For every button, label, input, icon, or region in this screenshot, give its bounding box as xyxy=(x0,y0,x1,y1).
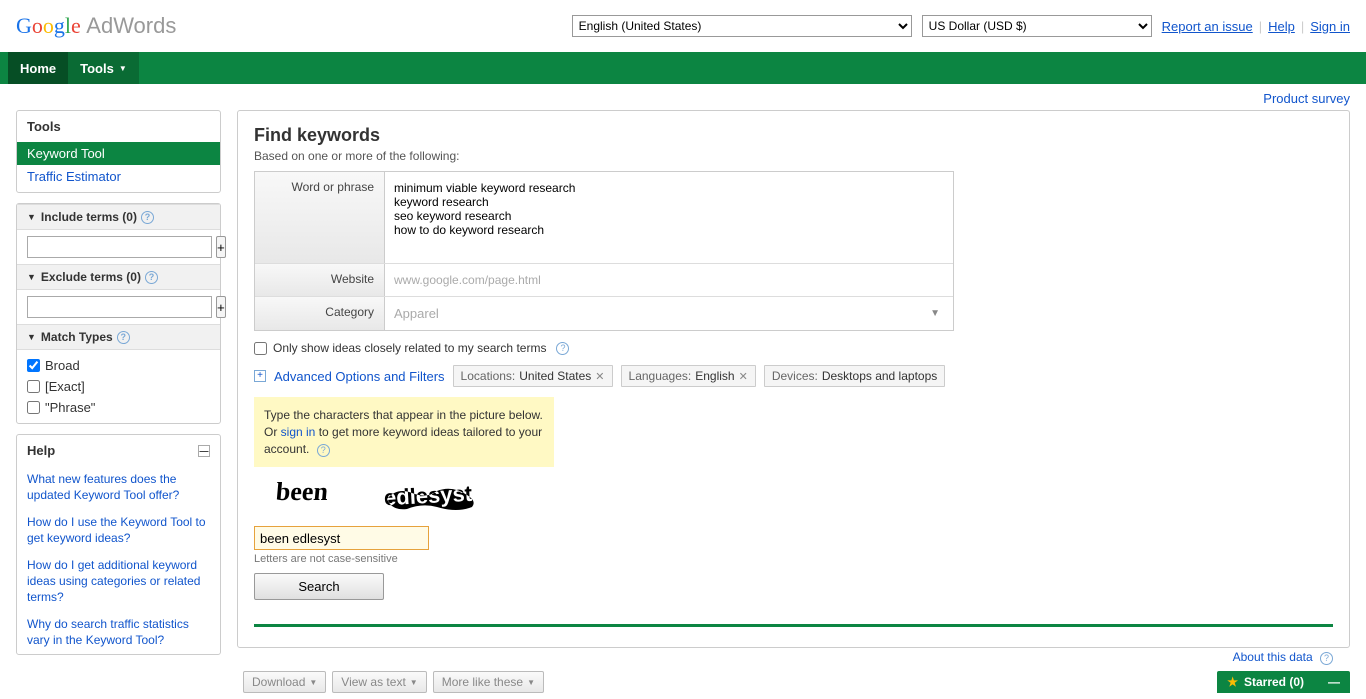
exclude-add-button[interactable]: + xyxy=(216,296,226,318)
language-select[interactable]: English (United States) xyxy=(572,15,912,37)
divider xyxy=(254,624,1333,627)
help-icon[interactable]: ? xyxy=(317,444,330,457)
captcha-sign-in-link[interactable]: sign in xyxy=(281,425,316,439)
advanced-options-link[interactable]: Advanced Options and Filters xyxy=(274,369,445,384)
help-icon[interactable]: ? xyxy=(141,211,154,224)
minimize-icon[interactable]: — xyxy=(1328,675,1340,689)
more-like-these-button[interactable]: More like these▼ xyxy=(433,671,544,693)
nav-tools[interactable]: Tools▼ xyxy=(68,52,139,84)
word-label: Word or phrase xyxy=(255,172,385,263)
chevron-down-icon: ▼ xyxy=(930,308,948,319)
exclude-terms-input[interactable] xyxy=(27,296,212,318)
product-survey-link[interactable]: Product survey xyxy=(1263,91,1350,106)
sign-in-link[interactable]: Sign in xyxy=(1310,19,1350,34)
currency-select[interactable]: US Dollar (USD $) xyxy=(922,15,1152,37)
include-terms-header[interactable]: ▼Include terms (0) ? xyxy=(17,204,220,230)
help-link-1[interactable]: What new features does the updated Keywo… xyxy=(17,466,220,509)
search-form: Word or phrase Website Category Apparel … xyxy=(254,171,954,331)
include-terms-input[interactable] xyxy=(27,236,212,258)
website-label: Website xyxy=(255,264,385,296)
devices-chip[interactable]: Devices: Desktops and laptops xyxy=(764,365,945,387)
help-icon[interactable]: ? xyxy=(556,342,569,355)
star-icon: ★ xyxy=(1227,675,1238,689)
collapse-icon[interactable]: — xyxy=(198,445,210,457)
nav-home[interactable]: Home xyxy=(8,52,68,84)
only-show-checkbox[interactable]: Only show ideas closely related to my se… xyxy=(254,341,1333,355)
tools-panel: Tools Keyword Tool Traffic Estimator xyxy=(16,110,221,193)
match-broad-checkbox[interactable]: Broad xyxy=(17,355,220,376)
about-data-link[interactable]: About this data ? xyxy=(1233,650,1333,665)
word-phrase-input[interactable] xyxy=(390,177,948,255)
view-as-text-button[interactable]: View as text▼ xyxy=(332,671,426,693)
case-note: Letters are not case-sensitive xyxy=(254,553,1333,565)
tools-title: Tools xyxy=(17,111,220,142)
languages-chip[interactable]: Languages: English ✕ xyxy=(621,365,756,387)
page-title: Find keywords xyxy=(254,125,1333,146)
match-phrase-checkbox[interactable]: "Phrase" xyxy=(17,397,220,418)
match-exact-checkbox[interactable]: [Exact] xyxy=(17,376,220,397)
sidebar-item-keyword-tool[interactable]: Keyword Tool xyxy=(17,142,220,165)
help-link-2[interactable]: How do I use the Keyword Tool to get key… xyxy=(17,509,220,552)
search-button[interactable]: Search xyxy=(254,573,384,600)
help-icon[interactable]: ? xyxy=(1320,652,1333,665)
locations-chip[interactable]: Locations: United States ✕ xyxy=(453,365,613,387)
help-link[interactable]: Help xyxy=(1268,19,1295,34)
help-title: Help xyxy=(27,443,55,458)
include-add-button[interactable]: + xyxy=(216,236,226,258)
filters-panel: ▼Include terms (0) ? + ▼Exclude terms (0… xyxy=(16,203,221,424)
sidebar-item-traffic-estimator[interactable]: Traffic Estimator xyxy=(17,165,220,192)
help-panel: Help — What new features does the update… xyxy=(16,434,221,655)
download-button[interactable]: Download▼ xyxy=(243,671,326,693)
captcha-input[interactable] xyxy=(254,526,429,550)
expand-icon[interactable]: + xyxy=(254,370,266,382)
page-subtitle: Based on one or more of the following: xyxy=(254,149,1333,163)
exclude-terms-header[interactable]: ▼Exclude terms (0) ? xyxy=(17,264,220,290)
captcha-notice: Type the characters that appear in the p… xyxy=(254,397,554,467)
help-link-3[interactable]: How do I get additional keyword ideas us… xyxy=(17,552,220,611)
close-icon[interactable]: ✕ xyxy=(739,370,748,383)
match-types-header[interactable]: ▼Match Types ? xyxy=(17,324,220,350)
starred-panel[interactable]: ★ Starred (0) — xyxy=(1217,671,1350,693)
captcha-image: been edlesyst xyxy=(254,475,524,520)
help-icon[interactable]: ? xyxy=(117,331,130,344)
website-input[interactable] xyxy=(390,269,948,291)
category-label: Category xyxy=(255,297,385,330)
content-panel: Find keywords Based on one or more of th… xyxy=(237,110,1350,648)
report-issue-link[interactable]: Report an issue xyxy=(1162,19,1253,34)
help-icon[interactable]: ? xyxy=(145,271,158,284)
logo: Google AdWords xyxy=(16,13,176,39)
category-select[interactable]: Apparel ▼ xyxy=(385,297,953,330)
navbar: Home Tools▼ xyxy=(0,52,1366,84)
close-icon[interactable]: ✕ xyxy=(595,370,604,383)
help-link-4[interactable]: Why do search traffic statistics vary in… xyxy=(17,611,220,654)
